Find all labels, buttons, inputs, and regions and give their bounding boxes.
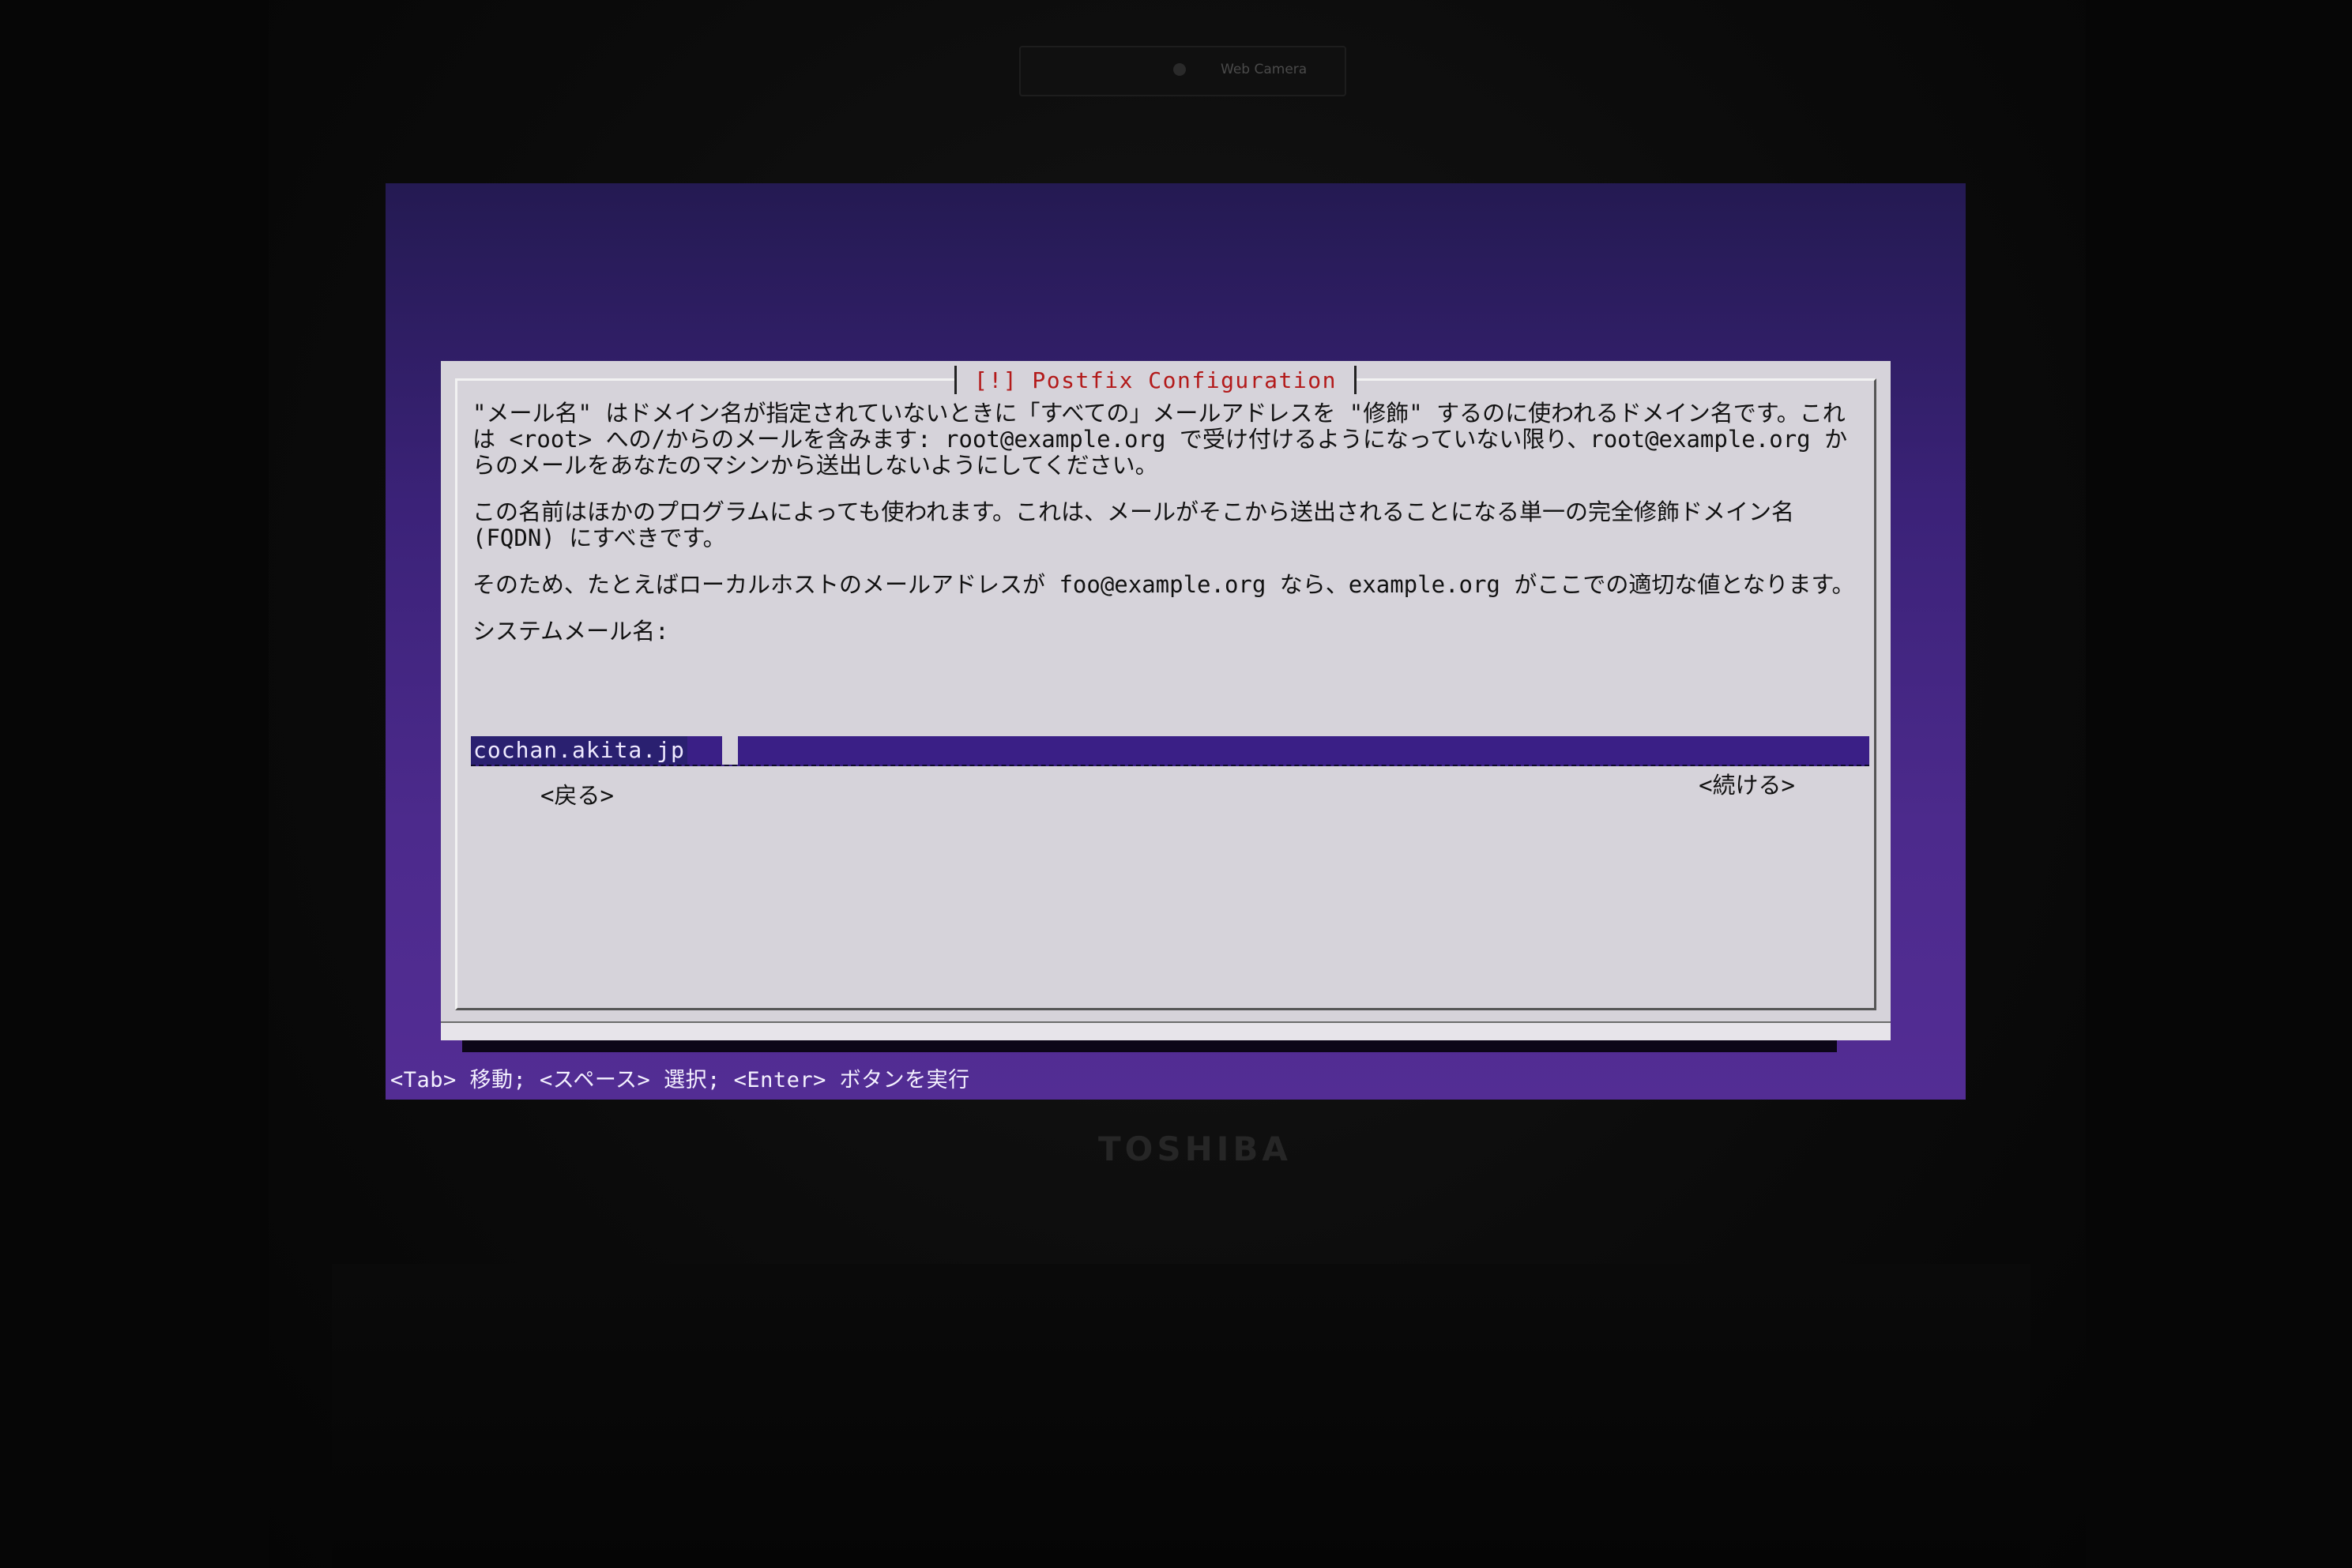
dialog-title-box: [!] Postfix Configuration <box>954 366 1357 394</box>
continue-button[interactable]: <続ける> <box>1694 765 1800 802</box>
installer-screen: [!] Postfix Configuration "メール名" はドメイン名が… <box>386 183 1966 1100</box>
keyboard-help-bar: <Tab> 移動; <スペース> 選択; <Enter> ボタンを実行 <box>390 1068 970 1092</box>
webcam-lens-icon <box>1173 63 1186 76</box>
dialog-title: [!] Postfix Configuration <box>974 367 1337 393</box>
webcam-label: Web Camera <box>1221 62 1308 77</box>
description-paragraph-1: "メール名" はドメイン名が指定されていないときに「すべての」メールアドレスを … <box>472 400 1848 479</box>
description-paragraph-2: この名前はほかのプログラムによっても使われます。これは、メールがそこから送出され… <box>472 498 1808 551</box>
system-mail-name-input[interactable]: cochan.akita.jp <box>471 736 1869 766</box>
dialog-body: "メール名" はドメイン名が指定されていないときに「すべての」メールアドレスを … <box>472 400 1867 665</box>
dialog-bottom-edge <box>441 1021 1891 1040</box>
postfix-config-dialog: [!] Postfix Configuration "メール名" はドメイン名が… <box>441 361 1891 1040</box>
brand-logo: TOSHIBA <box>1098 1130 1292 1168</box>
keyboard-area <box>332 1264 2030 1568</box>
system-mail-name-value[interactable]: cochan.akita.jp <box>471 736 687 765</box>
system-mail-name-label: システムメール名: <box>472 618 669 645</box>
input-cursor-gap <box>722 736 738 765</box>
back-button[interactable]: <戻る> <box>536 776 619 812</box>
description-paragraph-3: そのため、たとえばローカルホストのメールアドレスが foo@example.or… <box>472 571 1855 598</box>
